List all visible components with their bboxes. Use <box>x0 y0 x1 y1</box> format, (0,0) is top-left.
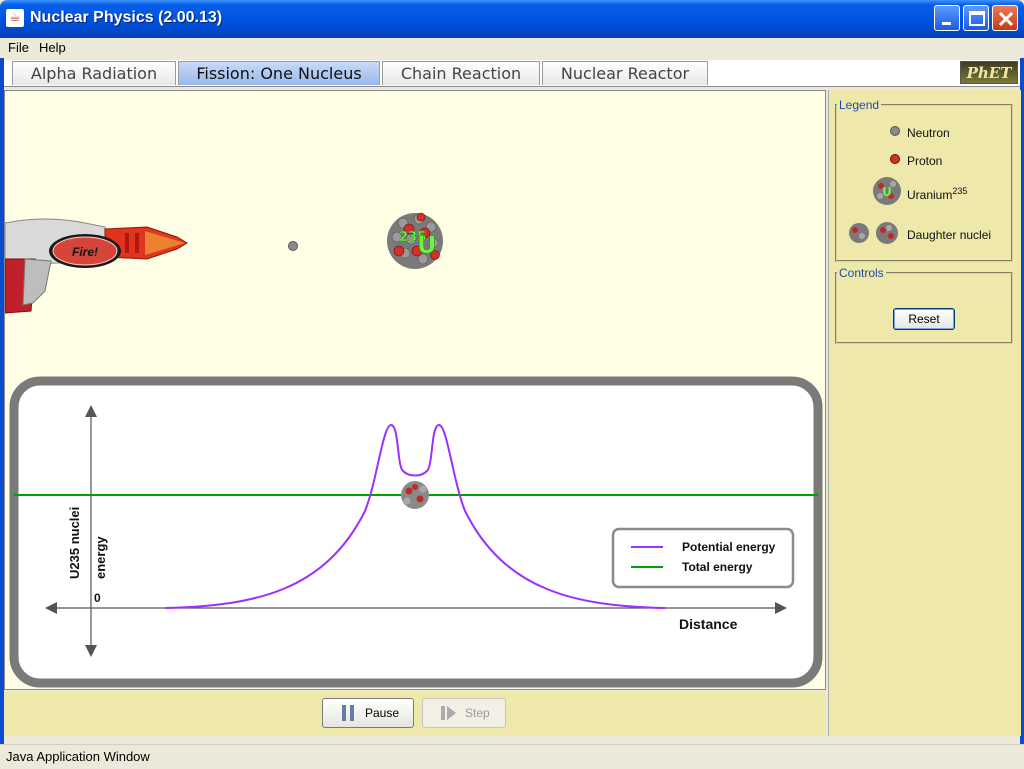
controls-group: Controls Reset <box>835 266 1013 344</box>
legend-title: Legend <box>839 98 880 112</box>
nucleus-symbol-label: U <box>417 231 437 259</box>
pause-icon <box>342 705 354 721</box>
neutron-particle <box>288 241 298 251</box>
svg-text:U: U <box>882 185 892 199</box>
legend-item-neutron: Neutron <box>835 120 1015 148</box>
status-text: Java Application Window <box>6 749 150 764</box>
minimize-icon <box>942 22 951 25</box>
uranium-icon: U <box>873 177 901 205</box>
status-bar: Java Application Window <box>0 744 1024 769</box>
close-button[interactable] <box>992 5 1018 31</box>
controls-title: Controls <box>839 266 884 280</box>
legend-uranium-sup: 235 <box>952 186 968 196</box>
chart-legend <box>611 527 795 589</box>
tab-strip: Alpha Radiation Fission: One Nucleus Cha… <box>4 60 1020 87</box>
reset-button[interactable]: Reset <box>893 308 955 330</box>
legend-potential-energy: Potential energy <box>682 540 776 554</box>
maximize-button[interactable] <box>963 5 989 31</box>
legend-item-proton: Proton <box>835 148 1015 176</box>
tab-alpha-radiation[interactable]: Alpha Radiation <box>12 61 176 85</box>
x-axis-label: Distance <box>679 616 738 632</box>
tab-chain-reaction[interactable]: Chain Reaction <box>382 61 540 85</box>
daughter-nuclei-icon <box>849 222 898 244</box>
step-icon <box>441 706 456 720</box>
legend-item-daughter-nuclei: Daughter nuclei <box>835 222 1015 250</box>
clock-controls: Pause Step <box>4 692 826 736</box>
step-button[interactable]: Step <box>422 698 506 728</box>
maximize-icon <box>969 11 985 26</box>
energy-chart <box>9 376 823 688</box>
menu-help[interactable]: Help <box>39 40 66 55</box>
pause-button[interactable]: Pause <box>322 698 414 728</box>
legend-total-energy: Total energy <box>682 560 753 574</box>
window-title: Nuclear Physics (2.00.13) <box>30 9 223 26</box>
phet-logo[interactable]: PhET <box>960 61 1018 84</box>
menu-file[interactable]: File <box>8 40 29 55</box>
side-panel: Legend Neutron Proton U Uranium235 Daugh… <box>828 90 1021 736</box>
y-axis-label-line2: energy <box>93 536 108 579</box>
legend-uranium-label: Uranium <box>907 188 953 202</box>
y-zero-label: 0 <box>94 591 101 605</box>
close-icon <box>998 11 1014 27</box>
menu-bar: File Help <box>0 38 1024 58</box>
title-bar[interactable]: ☕ Nuclear Physics (2.00.13) <box>0 0 1024 38</box>
simulation-canvas[interactable]: Fire! 235 U Potential energy Total energ… <box>4 90 826 690</box>
y-axis-label-line1: U235 nuclei <box>67 507 82 579</box>
tab-fission-one-nucleus[interactable]: Fission: One Nucleus <box>178 61 380 85</box>
minimize-button[interactable] <box>934 5 960 31</box>
simulation-svg: Fire! 235 U Potential energy Total energ… <box>5 212 823 688</box>
fire-button[interactable]: Fire! <box>72 245 98 259</box>
tab-nuclear-reactor[interactable]: Nuclear Reactor <box>542 61 708 85</box>
java-cup-icon[interactable]: ☕ <box>6 9 24 27</box>
neutron-gun[interactable] <box>5 218 188 314</box>
legend-item-uranium: U Uranium235 <box>835 177 1015 208</box>
